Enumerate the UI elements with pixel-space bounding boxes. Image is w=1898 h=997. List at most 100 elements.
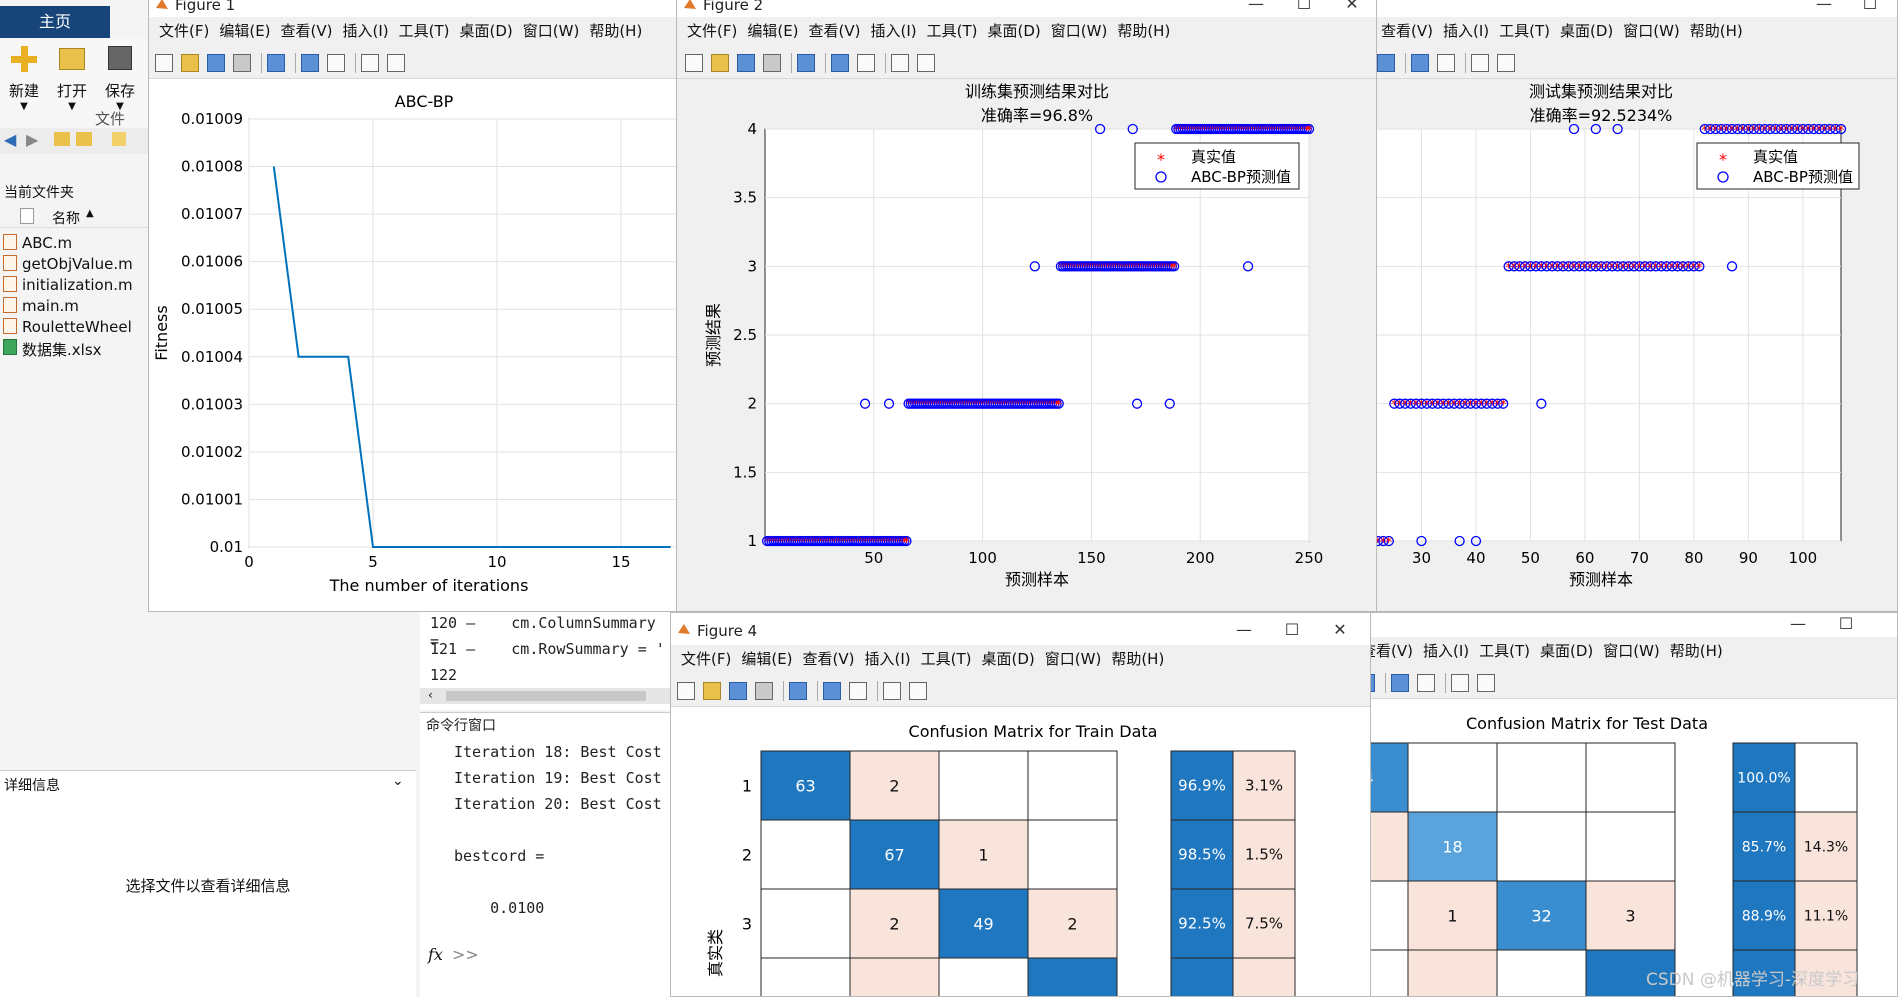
close-icon[interactable]: ✕ [1329, 0, 1375, 17]
pointer-icon[interactable] [1471, 54, 1489, 72]
file-list-header[interactable]: 名称 ▲ [0, 206, 150, 228]
open-icon[interactable] [703, 682, 721, 700]
list-item[interactable]: 数据集.xlsx [3, 339, 102, 360]
colorbar-icon[interactable] [301, 54, 319, 72]
menu-item[interactable]: 窗口(W) [1603, 637, 1660, 665]
menu-item[interactable]: 插入(I) [865, 645, 911, 673]
link-icon[interactable] [1377, 54, 1395, 72]
minimize-icon[interactable]: — [1775, 613, 1821, 637]
pointer-icon[interactable] [883, 682, 901, 700]
maximize-icon[interactable]: ☐ [1281, 0, 1327, 17]
colorbar-icon[interactable] [1391, 674, 1409, 692]
menu-item[interactable]: 编辑(E) [219, 17, 270, 45]
minimize-icon[interactable]: — [1221, 619, 1267, 643]
colorbar-icon[interactable] [1411, 54, 1429, 72]
menu-item[interactable]: 桌面(D) [982, 645, 1035, 673]
figure-1-titlebar[interactable]: Figure 1 [149, 0, 681, 17]
menu-item[interactable]: 桌面(D) [460, 17, 513, 45]
code-line[interactable]: 121 — cm.RowSummary = ' [430, 640, 665, 658]
menu-item[interactable]: 窗口(W) [523, 17, 580, 45]
print-icon[interactable] [233, 54, 251, 72]
property-icon[interactable] [1497, 54, 1515, 72]
new-button[interactable]: 新建 ▼ [4, 46, 44, 112]
path-folder-icon[interactable] [112, 132, 126, 146]
save-icon[interactable] [207, 54, 225, 72]
pointer-icon[interactable] [1451, 674, 1469, 692]
menu-item[interactable]: 文件(F) [681, 645, 731, 673]
save-icon[interactable] [729, 682, 747, 700]
menu-item[interactable]: 插入(I) [1443, 17, 1489, 45]
menu-item[interactable]: 编辑(E) [747, 17, 798, 45]
menu-item[interactable]: 桌面(D) [1560, 17, 1613, 45]
open-button[interactable]: 打开 ▼ [52, 46, 92, 112]
menu-item[interactable]: 窗口(W) [1051, 17, 1108, 45]
menu-item[interactable]: 查看(V) [809, 17, 861, 45]
new-icon[interactable] [685, 54, 703, 72]
menu-item[interactable]: 工具(T) [1499, 17, 1550, 45]
colorbar-icon[interactable] [823, 682, 841, 700]
minimize-icon[interactable]: — [1801, 0, 1847, 17]
new-icon[interactable] [677, 682, 695, 700]
up-folder-icon[interactable] [54, 132, 70, 146]
list-item[interactable]: initialization.m [3, 276, 133, 294]
menu-item[interactable]: 工具(T) [921, 645, 972, 673]
command-window[interactable]: 命令行窗口 Iteration 18: Best Cost Iteration … [420, 712, 670, 997]
print-icon[interactable] [755, 682, 773, 700]
save-icon[interactable] [737, 54, 755, 72]
col-name[interactable]: 名称 [52, 208, 80, 228]
figure-4-window[interactable]: Figure 4 — ☐ ✕ 文件(F) 编辑(E) 查看(V) 插入(I) 工具(T)… [670, 612, 1371, 997]
open-icon[interactable] [711, 54, 729, 72]
menu-item[interactable]: 插入(I) [1423, 637, 1469, 665]
horizontal-scrollbar[interactable]: ‹ [420, 688, 670, 704]
maximize-icon[interactable]: ☐ [1269, 619, 1315, 643]
chevron-down-icon[interactable]: ⌄ [392, 773, 404, 789]
property-icon[interactable] [909, 682, 927, 700]
legend-icon[interactable] [849, 682, 867, 700]
menu-item[interactable]: 帮助(H) [1690, 17, 1743, 45]
menu-item[interactable]: 帮助(H) [1670, 637, 1723, 665]
figure-3-titlebar[interactable]: — ☐ [1371, 0, 1897, 17]
property-icon[interactable] [917, 54, 935, 72]
minimize-icon[interactable]: — [1233, 0, 1279, 17]
menu-item[interactable]: 插入(I) [871, 17, 917, 45]
close-icon[interactable]: ✕ [1317, 619, 1363, 643]
menu-item[interactable]: 工具(T) [399, 17, 450, 45]
property-icon[interactable] [1477, 674, 1495, 692]
menu-item[interactable]: 查看(V) [1381, 17, 1433, 45]
save-button[interactable]: 保存 ▼ [100, 46, 140, 112]
maximize-icon[interactable]: ☐ [1823, 613, 1869, 637]
menu-item[interactable]: 工具(T) [1479, 637, 1530, 665]
browse-icon[interactable] [76, 132, 92, 146]
list-item[interactable]: ABC.m [3, 234, 72, 252]
pointer-icon[interactable] [891, 54, 909, 72]
code-line[interactable]: 122 [430, 666, 457, 684]
figure-5-titlebar[interactable]: — ☐ [1351, 613, 1897, 637]
maximize-icon[interactable]: ☐ [1847, 0, 1893, 17]
property-icon[interactable] [387, 54, 405, 72]
figure-3-window[interactable]: — ☐ 查看(V)插入(I)工具(T)桌面(D)窗口(W)帮助(H) 20304… [1370, 0, 1898, 612]
list-item[interactable]: main.m [3, 297, 79, 315]
menu-item[interactable]: 桌面(D) [1540, 637, 1593, 665]
menu-item[interactable]: 查看(V) [803, 645, 855, 673]
menu-item[interactable]: 文件(F) [159, 17, 209, 45]
colorbar-icon[interactable] [831, 54, 849, 72]
menu-item[interactable]: 工具(T) [927, 17, 978, 45]
menu-item[interactable]: 窗口(W) [1623, 17, 1680, 45]
menu-item[interactable]: 编辑(E) [741, 645, 792, 673]
figure-4-titlebar[interactable]: Figure 4 — ☐ ✕ [671, 613, 1370, 645]
menu-item[interactable]: 查看(V) [281, 17, 333, 45]
print-icon[interactable] [763, 54, 781, 72]
open-icon[interactable] [181, 54, 199, 72]
forward-icon[interactable]: ▶ [26, 130, 38, 149]
home-tab[interactable]: 主页 [0, 6, 110, 38]
menu-item[interactable]: 窗口(W) [1045, 645, 1102, 673]
menu-item[interactable]: 文件(F) [687, 17, 737, 45]
list-item[interactable]: RouletteWheel [3, 318, 132, 336]
legend-icon[interactable] [1417, 674, 1435, 692]
pointer-icon[interactable] [361, 54, 379, 72]
figure-2-window[interactable]: Figure 2 — ☐ ✕ 文件(F) 编辑(E) 查看(V) 插入(I) 工具(T)… [676, 0, 1377, 612]
menu-item[interactable]: 帮助(H) [1117, 17, 1170, 45]
legend-icon[interactable] [1437, 54, 1455, 72]
figure-2-titlebar[interactable]: Figure 2 — ☐ ✕ [677, 0, 1376, 17]
legend-icon[interactable] [857, 54, 875, 72]
